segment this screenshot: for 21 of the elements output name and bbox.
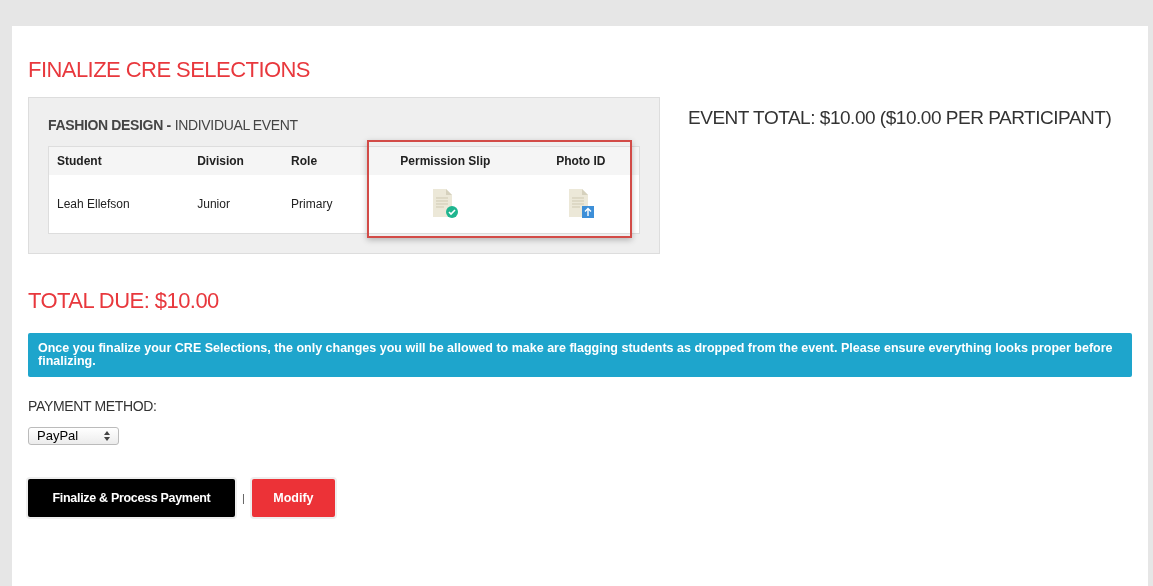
notice-banner: Once you finalize your CRE Selections, the only changes you will be allowed to make are flagging students as dropped from the event. Please ensure everything looks proper before finalizing. (28, 333, 1132, 377)
modify-button[interactable]: Modify (251, 479, 335, 517)
page-title: FINALIZE CRE SELECTIONS (28, 56, 311, 84)
column-header: Role (283, 146, 368, 175)
table-cell: Junior (197, 196, 230, 211)
column-header: Permission Slip (367, 146, 523, 175)
event-type: INDIVIDUAL EVENT (174, 116, 298, 135)
stepper-icon (104, 431, 110, 441)
column-header: Student (48, 146, 190, 175)
event-total: EVENT TOTAL: $10.00 ($10.00 PER PARTICIPANT) (688, 106, 1112, 130)
column-header: Photo ID (522, 146, 640, 175)
separator: | (242, 490, 245, 506)
document-check-icon[interactable] (430, 188, 461, 219)
table-cell: Primary (291, 196, 333, 211)
payment-label: PAYMENT METHOD: (28, 397, 158, 416)
table-cell: Leah Ellefson (57, 196, 130, 211)
column-header: Division (189, 146, 284, 175)
event-name: FASHION DESIGN - (48, 116, 171, 135)
total-due: TOTAL DUE: $10.00 (28, 287, 220, 315)
payment-select[interactable]: PayPal (28, 427, 119, 445)
finalize-button[interactable]: Finalize & Process Payment (28, 479, 235, 517)
